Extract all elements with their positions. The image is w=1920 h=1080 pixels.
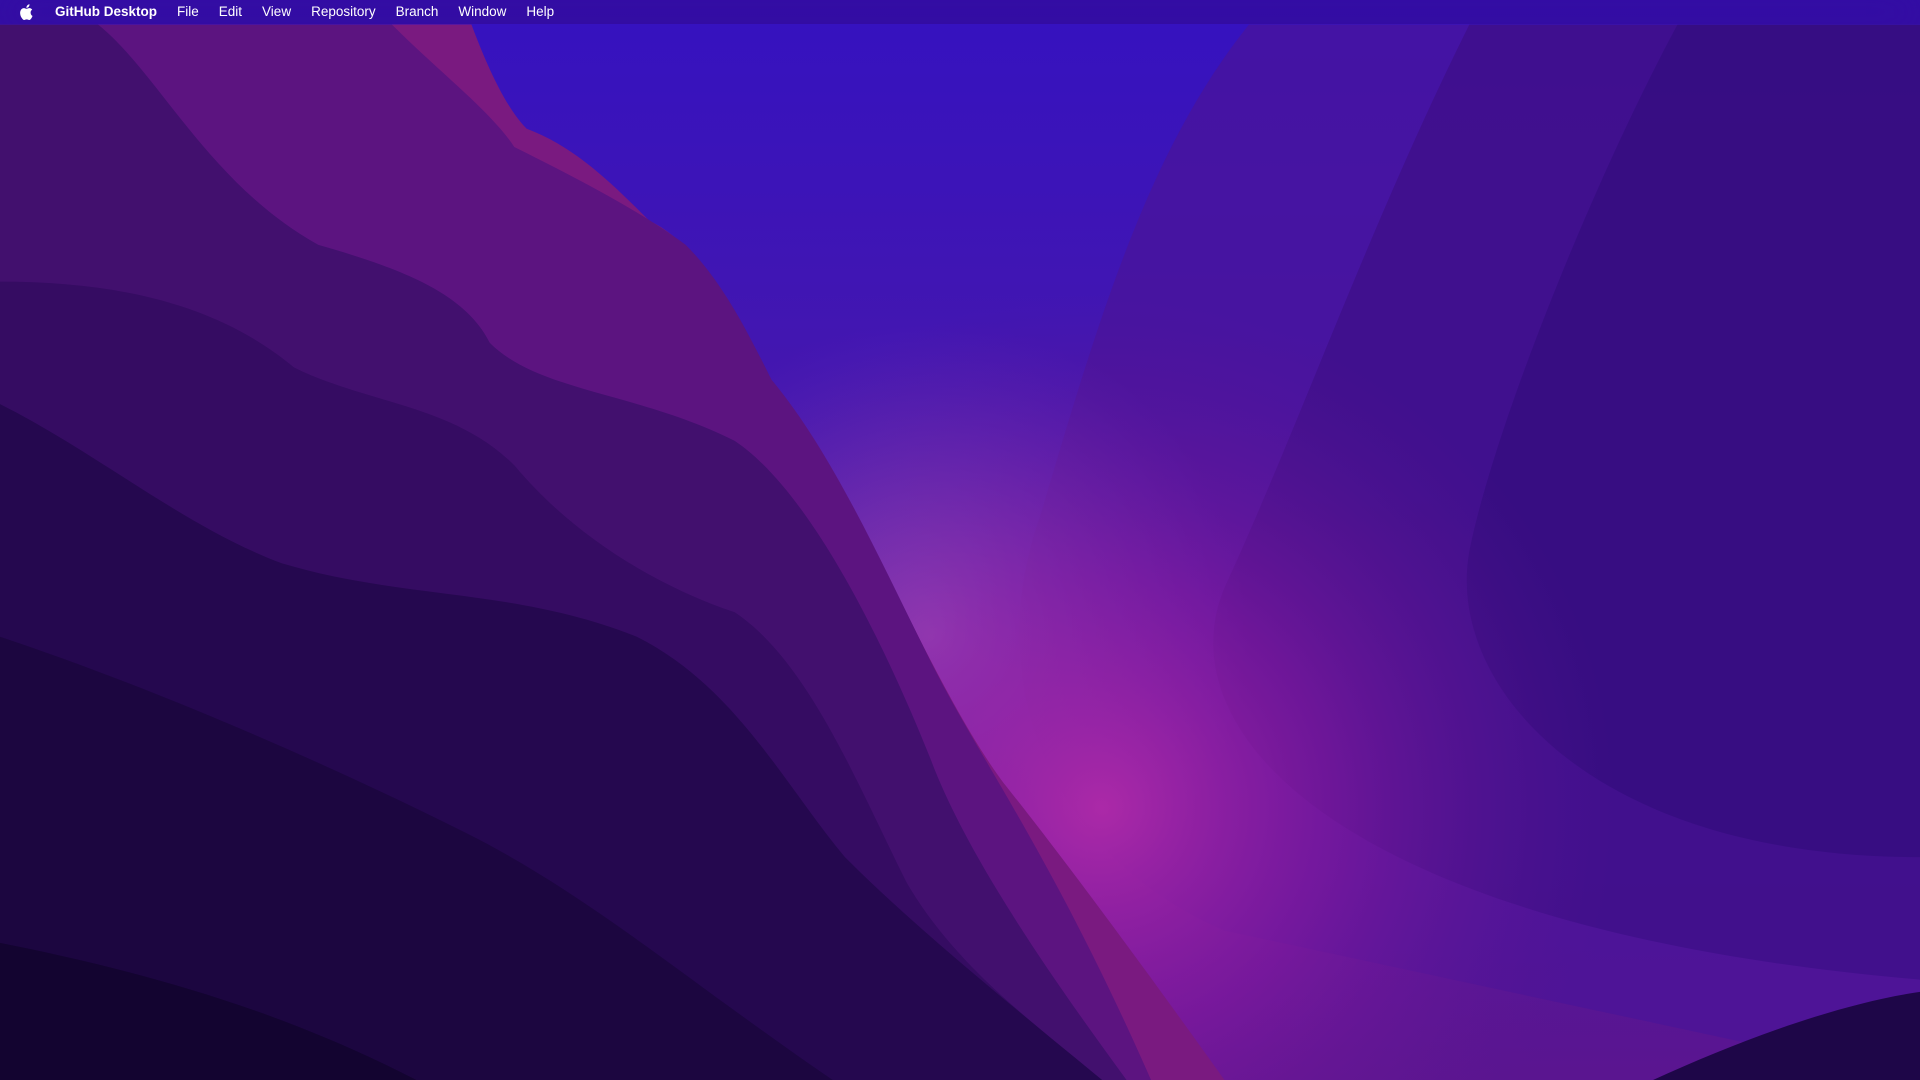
menu-branch[interactable]: Branch (386, 0, 449, 24)
menu-app-name[interactable]: GitHub Desktop (45, 0, 167, 24)
apple-logo-icon (20, 4, 33, 20)
menu-repository[interactable]: Repository (301, 0, 386, 24)
menu-view[interactable]: View (252, 0, 301, 24)
menu-file[interactable]: File (167, 0, 209, 24)
menu-window[interactable]: Window (448, 0, 516, 24)
menu-bar: GitHub Desktop File Edit View Repository… (0, 0, 1920, 24)
menu-edit[interactable]: Edit (209, 0, 252, 24)
menu-help[interactable]: Help (516, 0, 564, 24)
desktop-wallpaper (0, 0, 1920, 1080)
apple-menu[interactable] (0, 0, 45, 24)
